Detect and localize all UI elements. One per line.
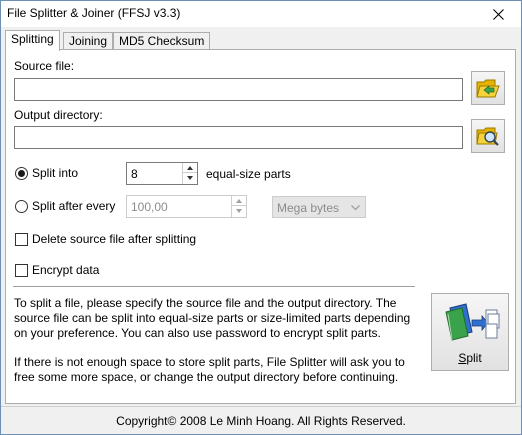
delete-source-label: Delete source file after splitting <box>32 232 197 246</box>
output-directory-input[interactable] <box>14 126 463 149</box>
spin-up-button[interactable] <box>183 163 197 173</box>
split-size-spinner[interactable]: 100,00 <box>126 195 247 218</box>
close-button[interactable] <box>475 1 521 27</box>
source-file-label: Source file: <box>14 59 75 73</box>
split-into-parts-spinner[interactable]: 8 <box>126 162 198 185</box>
window-title: File Splitter & Joiner (FFSJ v3.3) <box>7 6 181 20</box>
size-unit-select[interactable]: Mega bytes <box>272 196 366 218</box>
spin-down-button[interactable] <box>232 206 246 216</box>
tab-strip: Splitting Joining MD5 Checksum <box>5 30 515 51</box>
size-unit-value: Mega bytes <box>277 201 340 215</box>
split-button[interactable]: Split <box>431 293 509 371</box>
info-paragraph-1: To split a file, please specify the sour… <box>14 296 411 340</box>
browse-folder-icon <box>476 127 499 146</box>
split-size-value: 100,00 <box>131 200 168 214</box>
tab-md5-checksum[interactable]: MD5 Checksum <box>113 32 211 50</box>
arrow-up-icon <box>236 198 242 203</box>
arrow-down-icon <box>236 209 242 213</box>
spin-up-button[interactable] <box>232 196 246 206</box>
open-folder-icon <box>476 79 500 98</box>
arrow-down-icon <box>187 176 193 180</box>
split-into-parts-value: 8 <box>131 167 138 181</box>
split-into-radio[interactable] <box>15 167 28 180</box>
info-paragraph-2: If there is not enough space to store sp… <box>14 355 405 384</box>
encrypt-data-checkbox[interactable] <box>15 264 28 277</box>
output-directory-label: Output directory: <box>14 108 103 122</box>
section-divider <box>13 286 415 287</box>
title-bar: File Splitter & Joiner (FFSJ v3.3) <box>1 1 521 27</box>
app-window: File Splitter & Joiner (FFSJ v3.3) Split… <box>0 0 522 435</box>
delete-source-checkbox[interactable] <box>15 233 28 246</box>
splitting-panel: Source file: Output directory: Split int <box>5 49 516 404</box>
copyright-text: Copyright© 2008 Le Minh Hoang. All Right… <box>116 413 406 428</box>
encrypt-data-label: Encrypt data <box>32 263 100 277</box>
equal-size-parts-label: equal-size parts <box>206 167 291 181</box>
split-into-label: Split into <box>32 166 79 180</box>
source-file-input[interactable] <box>14 78 463 101</box>
spin-down-button[interactable] <box>183 173 197 183</box>
browse-output-button[interactable] <box>471 119 505 153</box>
browse-source-button[interactable] <box>471 71 505 105</box>
split-after-every-label: Split after every <box>32 199 116 213</box>
split-button-label: Split <box>458 351 482 365</box>
split-books-icon <box>445 303 500 341</box>
chevron-down-icon <box>351 205 360 211</box>
split-after-every-radio[interactable] <box>15 200 28 213</box>
close-icon <box>492 8 504 20</box>
tab-splitting[interactable]: Splitting <box>5 30 60 51</box>
status-bar: Copyright© 2008 Le Minh Hoang. All Right… <box>1 406 521 434</box>
tab-joining[interactable]: Joining <box>63 32 114 50</box>
arrow-up-icon <box>187 165 193 170</box>
